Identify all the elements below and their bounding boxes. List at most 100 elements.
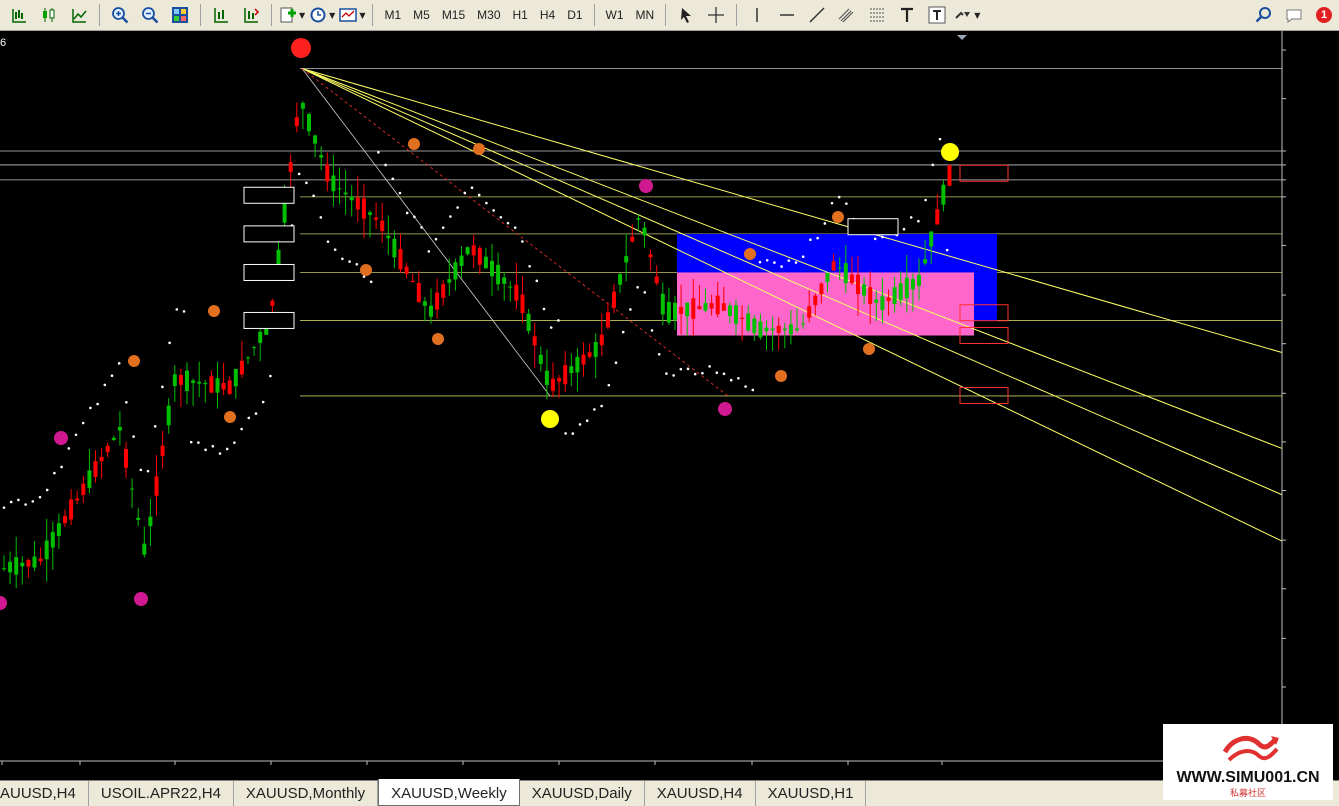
arrows-button[interactable]: ▼	[954, 3, 980, 28]
tile-windows-button[interactable]	[167, 3, 193, 28]
tab-xauusd-monthly[interactable]: XAUUSD,Monthly	[234, 781, 379, 806]
candle-body	[185, 370, 189, 391]
autoscroll-button[interactable]	[238, 3, 264, 28]
candle-body	[599, 334, 604, 346]
candle-body	[788, 324, 793, 335]
sar-dot	[355, 262, 359, 266]
timeframe-h4[interactable]: H4	[534, 3, 561, 28]
candle-body	[520, 294, 525, 314]
candle-body	[44, 540, 49, 560]
channel-button[interactable]	[834, 3, 860, 28]
cursor-button[interactable]	[673, 3, 699, 28]
timeframe-m1[interactable]: M1	[378, 3, 407, 28]
sar-dot	[679, 367, 683, 371]
candle-body	[538, 354, 543, 365]
sar-dot	[218, 452, 222, 455]
timeframe-m15[interactable]: M15	[436, 3, 471, 28]
horizontal-line-button[interactable]	[774, 3, 800, 28]
vertical-line-button[interactable]	[744, 3, 770, 28]
candle-body	[752, 318, 757, 334]
timeframe-d1[interactable]: D1	[561, 3, 588, 28]
candle-body	[837, 267, 842, 269]
timeframe-m30[interactable]: M30	[471, 3, 506, 28]
crosshair-button[interactable]	[703, 3, 729, 28]
sar-dot	[722, 372, 726, 376]
search-button[interactable]	[1251, 3, 1277, 28]
wave-marker-circle	[775, 370, 787, 382]
price-label-box	[243, 311, 295, 329]
tab-usoil-h4[interactable]: USOIL.APR22,H4	[89, 781, 234, 806]
line-chart-icon	[72, 9, 87, 23]
templates-button[interactable]: ▼	[339, 3, 365, 28]
price-chart[interactable]: 6	[0, 31, 1339, 780]
zoom-in-button[interactable]	[107, 3, 133, 28]
candle-body	[886, 297, 891, 302]
candle-body	[63, 516, 67, 524]
candle-body	[38, 558, 43, 562]
tab-xauusd-h1[interactable]: XAUUSD,H1	[756, 781, 867, 806]
candle-body	[276, 249, 281, 266]
candle-body	[270, 300, 275, 306]
fan-line	[301, 68, 1283, 542]
candle-body	[227, 380, 232, 395]
sar-dot	[326, 240, 330, 243]
candle-body	[856, 274, 860, 295]
candle-chart-button[interactable]	[36, 3, 62, 28]
sar-dot	[31, 500, 35, 503]
tab-auusd-h4[interactable]: AUUSD,H4	[0, 781, 89, 806]
sar-dot	[377, 151, 380, 154]
timeframe-w1[interactable]: W1	[600, 3, 630, 28]
toolbar-separator	[665, 4, 667, 26]
sar-dot	[809, 238, 812, 242]
timeframe-mn[interactable]: MN	[630, 3, 661, 28]
sar-dot	[45, 488, 49, 492]
periods-button[interactable]: ▼	[309, 3, 335, 28]
wave-marker-circle	[863, 343, 875, 355]
timeframe-m5[interactable]: M5	[407, 3, 436, 28]
chat-button[interactable]	[1281, 3, 1307, 28]
timeframe-h1[interactable]: H1	[507, 3, 534, 28]
price-label-box	[847, 218, 899, 236]
candle-body	[703, 302, 708, 311]
zoom-in-icon	[112, 7, 129, 24]
zoom-out-button[interactable]	[137, 3, 163, 28]
candle-body	[160, 445, 165, 456]
sar-dot	[924, 198, 927, 202]
tab-xauusd-h4[interactable]: XAUUSD,H4	[645, 781, 756, 806]
sar-dot	[269, 374, 272, 378]
chart-shift-button[interactable]	[208, 3, 234, 28]
indicators-button[interactable]: ▼	[279, 3, 305, 28]
sar-dot	[708, 365, 711, 368]
candle-body	[404, 266, 409, 274]
candle-body	[532, 336, 537, 346]
tab-xauusd-daily[interactable]: XAUUSD,Daily	[520, 781, 645, 806]
sar-dot	[420, 226, 423, 229]
text-button[interactable]	[894, 3, 920, 28]
fibonacci-button[interactable]	[864, 3, 890, 28]
fibonacci-icon	[870, 8, 885, 22]
sar-dot	[816, 236, 819, 240]
trendline-button[interactable]	[804, 3, 830, 28]
candle-body	[941, 184, 946, 205]
sar-dot	[917, 219, 920, 223]
price-label-box	[243, 225, 295, 243]
text-label-button[interactable]	[924, 3, 950, 28]
candle-body	[496, 264, 501, 285]
sar-dot	[405, 211, 409, 215]
candle-body	[56, 523, 61, 537]
vertical-line-icon	[756, 8, 758, 22]
sar-dot	[636, 285, 639, 289]
candle-body	[624, 256, 629, 263]
text-label-icon	[928, 6, 946, 24]
bar-chart-button[interactable]	[6, 3, 32, 28]
toolbar-separator	[200, 4, 201, 26]
watermark-site: WWW.SIMU001.CN	[1176, 769, 1319, 786]
sar-dot	[909, 216, 913, 219]
candle-body	[154, 476, 159, 496]
line-chart-button[interactable]	[66, 3, 92, 28]
tab-xauusd-weekly[interactable]: XAUUSD,Weekly	[378, 779, 520, 806]
notifications-button[interactable]: 1	[1311, 3, 1337, 28]
candle-body	[673, 302, 677, 320]
horizontal-line-icon	[780, 14, 795, 16]
chart-canvas[interactable]	[0, 31, 1339, 780]
